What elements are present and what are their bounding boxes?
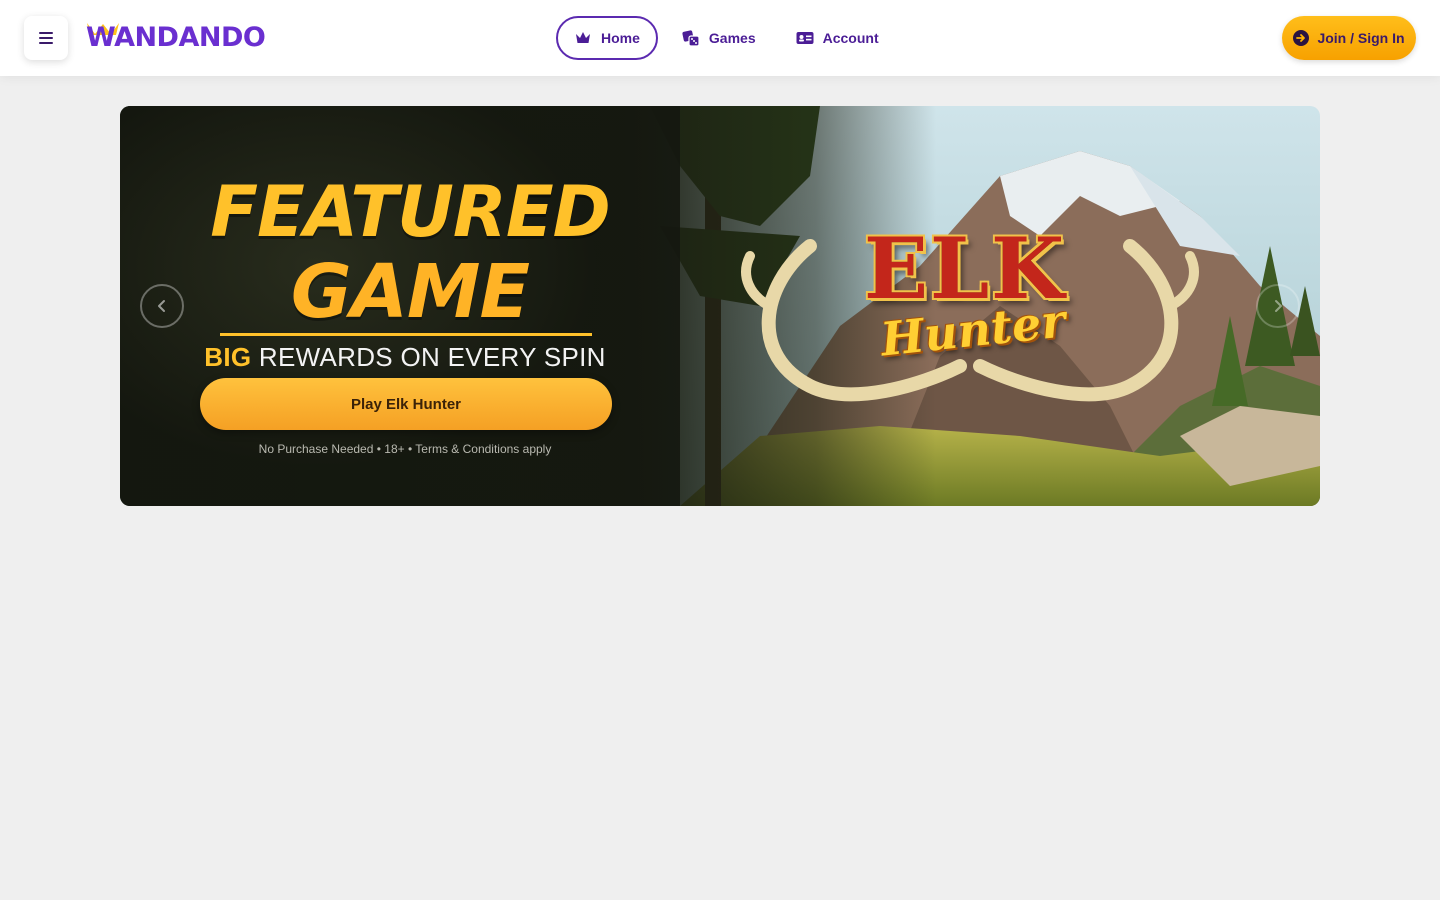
featured-game-banner: FEATURED GAME BIG REWARDS ON EVERY SPIN …	[120, 106, 1320, 506]
join-signin-label: Join / Sign In	[1317, 30, 1405, 46]
tagline-big: BIG	[204, 342, 252, 372]
play-elk-hunter-button[interactable]: Play Elk Hunter	[200, 378, 612, 430]
tagline-rest: REWARDS ON EVERY SPIN	[258, 342, 606, 372]
main-nav: Home Games Account	[556, 16, 903, 60]
id-card-icon	[796, 29, 814, 47]
fine-print: No Purchase Needed • 18+ • Terms & Condi…	[258, 442, 552, 456]
chevron-right-icon	[1275, 300, 1282, 312]
carousel-next-button[interactable]	[1256, 284, 1300, 328]
nav-home[interactable]: Home	[556, 16, 658, 60]
dice-icon	[682, 29, 700, 47]
nav-account[interactable]: Account	[780, 16, 895, 60]
nav-account-label: Account	[822, 30, 879, 46]
featured-game-headline: FEATURED GAME	[190, 172, 630, 332]
nav-home-label: Home	[601, 30, 640, 46]
nav-games[interactable]: Games	[666, 16, 772, 60]
headline-line-1: FEATURED	[210, 171, 611, 253]
tagline: BIG REWARDS ON EVERY SPIN	[180, 338, 630, 376]
join-signin-button[interactable]: Join / Sign In	[1282, 16, 1416, 60]
top-header: WANDANDO Home Games Account Join / Sign …	[0, 0, 1440, 76]
crown-icon	[574, 29, 592, 47]
hamburger-icon	[39, 32, 53, 44]
brand-logo[interactable]: WANDANDO	[86, 22, 266, 54]
headline-divider	[220, 333, 592, 336]
chevron-left-icon	[158, 300, 165, 312]
nav-games-label: Games	[708, 30, 756, 46]
play-button-label: Play Elk Hunter	[350, 395, 462, 413]
menu-button[interactable]	[24, 16, 68, 60]
arrow-right-circle-icon	[1293, 30, 1310, 46]
headline-line-2: GAME	[290, 249, 530, 335]
carousel-prev-button[interactable]	[140, 284, 184, 328]
brand-name: WANDANDO	[86, 22, 266, 53]
